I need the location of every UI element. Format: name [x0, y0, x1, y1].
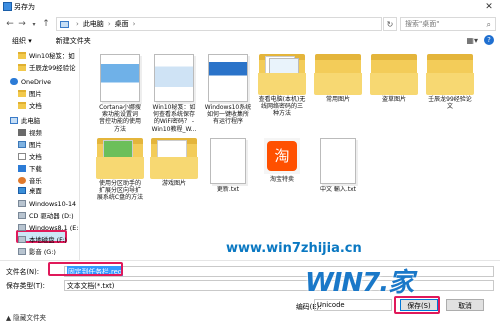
document-icon	[100, 54, 140, 102]
folder-icon	[370, 54, 418, 95]
new-folder-button[interactable]: 新建文件夹	[56, 36, 91, 46]
watermark-url: www.win7zhijia.cn	[226, 241, 362, 256]
help-icon[interactable]: ?	[484, 35, 494, 45]
nav-item-drive-e[interactable]: Windows8.1 (E:	[0, 222, 79, 233]
hide-folders-toggle[interactable]: ▲ 隐藏文件夹	[6, 312, 46, 322]
crumb-desktop[interactable]: 桌面	[115, 19, 129, 29]
drive-icon	[18, 236, 26, 243]
taobao-icon: 淘	[264, 138, 300, 174]
nav-item-pictures[interactable]: 图片	[0, 139, 79, 150]
video-icon	[18, 129, 26, 136]
watermark-logo: WIN7.家	[305, 268, 414, 298]
crumb-separator-icon: ›	[132, 20, 136, 28]
filename-input[interactable]: 固定到任务栏.reg	[64, 265, 494, 277]
file-item[interactable]: 查看电脑(本机)无 线网络密码的三 种方法	[250, 54, 314, 118]
search-placeholder: 搜索"桌面"	[405, 20, 440, 28]
nav-item-win10-tips[interactable]: Win10秘笈：如	[0, 50, 79, 61]
nav-item-drive-g[interactable]: 影音 (G:)	[0, 246, 79, 257]
view-options-icon[interactable]: ▦▾	[466, 36, 478, 45]
nav-item-desktop[interactable]: 桌面	[0, 185, 79, 196]
nav-item-onedrive-documents[interactable]: 文档	[0, 100, 79, 111]
nav-item-drive-f[interactable]: 本地磁盘 (F:)	[0, 234, 79, 245]
window-title: 另存为	[14, 3, 35, 11]
nav-item-downloads[interactable]: 下载	[0, 163, 79, 174]
folder-icon	[18, 90, 26, 97]
onedrive-icon	[10, 78, 18, 85]
close-icon[interactable]: ✕	[483, 1, 495, 13]
folder-icon	[18, 64, 26, 71]
music-icon	[18, 177, 26, 184]
up-arrow-icon[interactable]: ↑	[40, 17, 52, 31]
file-item[interactable]: 淘 淘宝特卖	[250, 138, 314, 183]
filetype-row: 保存类型(T): 文本文档(*.txt)	[0, 279, 500, 291]
refresh-icon[interactable]: ↻	[383, 17, 397, 31]
file-item[interactable]: 中文 輸入.txt	[306, 138, 370, 193]
desktop-icon	[18, 187, 26, 194]
navigation-pane: Win10秘笈：如 壬辰龙99经验论 OneDrive 图片 文档 此电脑 视频…	[0, 48, 80, 260]
nav-item-documents[interactable]: 文档	[0, 151, 79, 162]
nav-item-onedrive-pictures[interactable]: 图片	[0, 88, 79, 99]
nav-item-videos[interactable]: 视频	[0, 127, 79, 138]
nav-item-cd-drive[interactable]: CD 驱动器 (D:)	[0, 210, 79, 221]
filename-highlight-box	[48, 262, 123, 276]
pc-icon	[10, 117, 18, 124]
cancel-button[interactable]: 取消	[446, 299, 484, 311]
search-icon: ⌕	[486, 20, 491, 29]
crumb-separator-icon: ›	[76, 20, 79, 28]
filetype-select[interactable]: 文本文档(*.txt)	[64, 279, 494, 291]
pictures-icon	[18, 141, 26, 148]
drive-icon	[18, 224, 26, 231]
nav-item-onedrive[interactable]: OneDrive	[0, 76, 79, 87]
documents-icon	[18, 153, 26, 160]
nav-item-drive-c[interactable]: Windows10-14	[0, 198, 79, 209]
folder-icon	[426, 54, 474, 95]
text-file-icon	[320, 138, 356, 184]
address-bar-row: ← → ▾ ↑ › 此电脑 › 桌面 › ↻ 搜索"桌面" ⌕	[0, 14, 500, 34]
folder-icon	[18, 102, 26, 109]
document-icon	[154, 54, 194, 102]
crumb-this-pc[interactable]: 此电脑	[83, 19, 104, 29]
back-arrow-icon[interactable]: ←	[4, 17, 16, 31]
computer-icon	[60, 20, 69, 28]
folder-icon	[258, 54, 306, 95]
filename-label: 文件名(N):	[6, 268, 40, 276]
document-icon	[208, 54, 248, 102]
filetype-label: 保存类型(T):	[6, 282, 45, 290]
file-item[interactable]: 常用图片	[306, 54, 370, 103]
folder-icon	[314, 54, 362, 95]
text-file-icon	[210, 138, 246, 184]
file-item[interactable]: 壬辰龙99经验论 文	[418, 54, 482, 110]
organize-menu[interactable]: 组织 ▾	[12, 36, 32, 46]
file-item[interactable]: 盗草图片	[362, 54, 426, 103]
crumb-separator-icon: ›	[107, 20, 111, 28]
command-bar: 组织 ▾ 新建文件夹 ▦▾ ?	[0, 34, 500, 48]
folder-icon	[150, 138, 198, 179]
download-icon	[18, 165, 26, 172]
nav-item-this-pc[interactable]: 此电脑	[0, 115, 79, 126]
address-box[interactable]: › 此电脑 › 桌面 ›	[56, 17, 382, 31]
file-list: Cortana小娜搜 索功能设置词 音控功能的使用 方法 Win10秘笈：如 何…	[82, 48, 500, 260]
recent-chevron-icon[interactable]: ▾	[28, 17, 40, 31]
folder-icon	[18, 52, 26, 59]
forward-arrow-icon[interactable]: →	[16, 17, 28, 31]
drive-icon	[18, 248, 26, 255]
cd-drive-icon	[18, 212, 26, 219]
search-box[interactable]: 搜索"桌面" ⌕	[400, 17, 496, 31]
nav-item-renchen[interactable]: 壬辰龙99经验论	[0, 62, 79, 73]
save-as-dialog: 另存为 ✕ ← → ▾ ↑ › 此电脑 › 桌面 › ↻ 搜索"桌面" ⌕ 组织…	[0, 0, 500, 322]
title-bar: 另存为 ✕	[0, 0, 500, 14]
encoding-select[interactable]: Unicode	[314, 299, 392, 311]
folder-icon	[96, 138, 144, 179]
save-as-icon	[3, 2, 12, 11]
drive-icon	[18, 200, 26, 207]
